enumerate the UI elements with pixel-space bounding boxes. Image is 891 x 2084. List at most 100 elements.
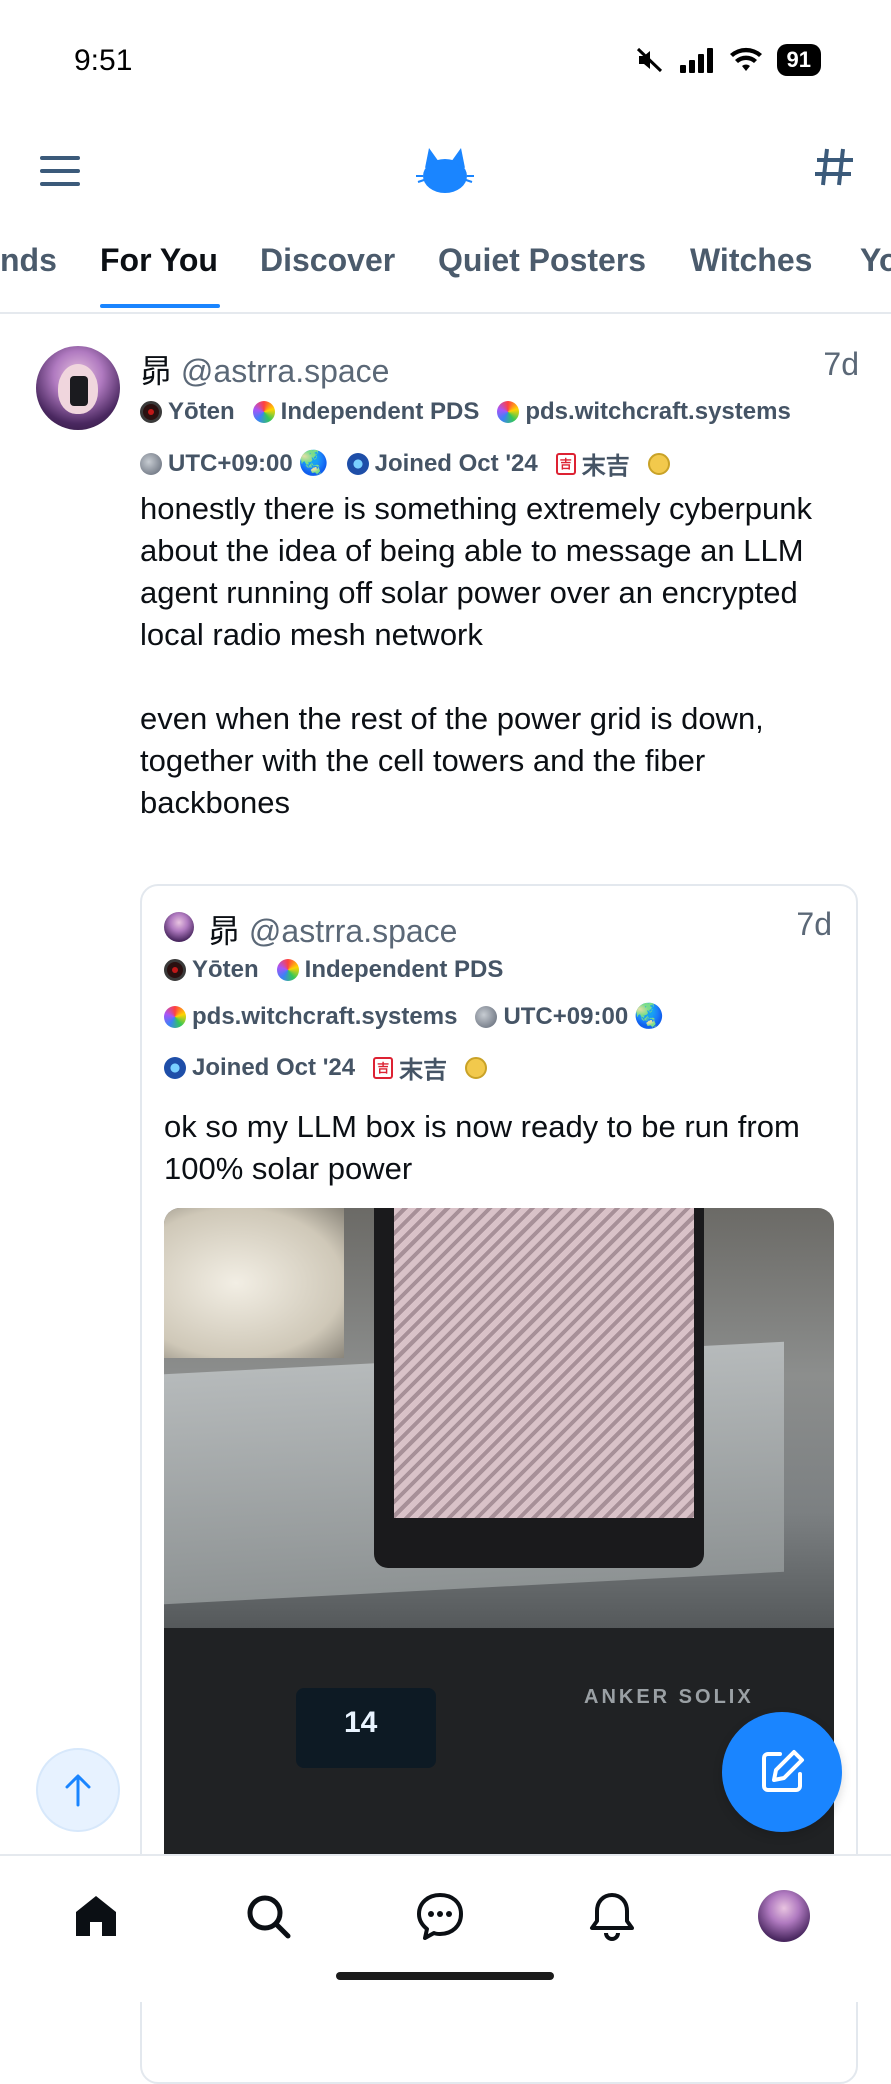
badge-joined[interactable]: Joined Oct '24	[346, 449, 538, 478]
earth-emoji-icon: 🌏	[634, 1003, 665, 1030]
badge-pds-host[interactable]: pds.witchcraft.systems	[164, 1003, 457, 1031]
yoten-icon	[164, 959, 186, 981]
tab-for-you[interactable]: For You	[100, 242, 218, 279]
badge-label: 末吉	[581, 453, 630, 480]
badge-joined[interactable]: Joined Oct '24	[164, 1054, 355, 1082]
quote-avatar[interactable]	[164, 912, 194, 942]
hash-icon	[815, 148, 853, 186]
omikuji-icon: 吉	[373, 1056, 394, 1079]
menu-button[interactable]	[36, 150, 84, 192]
quote-author[interactable]: 昴 @astrra.space	[208, 906, 457, 952]
quote-badges-row-3: Joined Oct '24 吉末吉	[164, 1050, 488, 1085]
badge-label: Joined Oct '24	[374, 449, 538, 477]
pds-icon	[276, 959, 299, 981]
badge-verified[interactable]	[647, 452, 670, 475]
nav-search[interactable]	[238, 1886, 298, 1946]
quote-display-name: 昴	[208, 913, 241, 949]
chat-bubble-icon	[417, 1893, 463, 1940]
pds-icon	[164, 1005, 186, 1028]
quote-badges-row-2: pds.witchcraft.systems UTC+09:00 🌏	[164, 1002, 664, 1031]
scroll-to-top-button[interactable]	[36, 1748, 120, 1832]
badge-yoten[interactable]: Yōten	[164, 956, 259, 984]
badge-pds-host[interactable]: pds.witchcraft.systems	[497, 398, 791, 426]
badge-label: 末吉	[399, 1057, 448, 1084]
app-logo[interactable]	[414, 138, 476, 200]
home-icon	[76, 1896, 116, 1936]
tab-friends[interactable]: nds	[0, 242, 57, 279]
badge-utc[interactable]: UTC+09:00 🌏	[475, 1002, 664, 1031]
tab-discover[interactable]: Discover	[260, 242, 395, 279]
status-time: 9:51	[74, 44, 133, 77]
badge-label: pds.witchcraft.systems	[192, 1002, 458, 1030]
badge-yoten[interactable]: Yōten	[140, 398, 235, 426]
badge-label: UTC+09:00	[168, 449, 293, 477]
joined-icon	[164, 1056, 186, 1079]
avatar[interactable]	[36, 346, 120, 430]
badge-label: UTC+09:00	[503, 1002, 629, 1030]
app-bar	[0, 128, 891, 214]
mute-icon	[636, 47, 662, 73]
joined-icon	[346, 452, 369, 475]
globe-icon	[475, 1005, 498, 1028]
battery-indicator: 91	[776, 44, 821, 76]
signal-icon	[679, 48, 713, 73]
image-cloth	[164, 1208, 344, 1358]
badge-label: Joined Oct '24	[192, 1053, 356, 1081]
badge-fortune[interactable]: 吉末吉	[555, 446, 630, 481]
hamburger-icon	[40, 156, 80, 186]
avatar-phone	[70, 376, 88, 406]
quote-timestamp[interactable]: 7d	[796, 906, 832, 943]
badge-label: Independent PDS	[304, 956, 504, 983]
badge-label: pds.witchcraft.systems	[525, 398, 791, 425]
post-author[interactable]: 昴 @astrra.space	[140, 346, 389, 392]
tab-quiet-posters[interactable]: Quiet Posters	[438, 242, 646, 279]
badge-fortune[interactable]: 吉末吉	[373, 1050, 447, 1085]
nav-notifications[interactable]	[582, 1886, 642, 1946]
pds-icon	[497, 401, 520, 423]
tab-witches[interactable]: Witches	[690, 242, 812, 279]
earth-emoji-icon: 🌏	[298, 450, 329, 477]
display-name: 昴	[140, 353, 173, 389]
wifi-icon	[729, 47, 762, 71]
tab-partial-next[interactable]: Yo	[860, 242, 891, 279]
profile-badges-row-2: UTC+09:00 🌏 Joined Oct '24 吉末吉	[140, 446, 670, 481]
quote-handle: @astrra.space	[248, 913, 458, 949]
badge-independent-pds[interactable]: Independent PDS	[276, 956, 504, 984]
image-brand-text: ANKER SOLIX	[584, 1686, 754, 1708]
status-icons: 91	[635, 44, 821, 76]
post-paragraph-1: honestly there is something extremely cy…	[140, 491, 812, 652]
quote-text: ok so my LLM box is now ready to be run …	[164, 1109, 800, 1186]
badge-label: Independent PDS	[280, 398, 480, 425]
post-timestamp[interactable]: 7d	[823, 346, 859, 383]
status-bar: 9:51 91	[0, 0, 891, 120]
compose-button[interactable]	[722, 1712, 842, 1832]
image-screen: 14	[296, 1688, 436, 1768]
compose-icon	[762, 1750, 804, 1792]
globe-icon	[140, 452, 162, 475]
search-icon	[247, 1895, 291, 1939]
omikuji-icon: 吉	[555, 452, 576, 475]
gold-badge-icon	[647, 452, 670, 475]
cat-logo-icon	[416, 148, 474, 193]
badge-independent-pds[interactable]: Independent PDS	[252, 398, 480, 426]
badge-utc[interactable]: UTC+09:00 🌏	[140, 449, 329, 478]
profile-badges-row-1: Yōten Independent PDS pds.witchcraft.sys…	[140, 398, 791, 426]
badge-verified[interactable]	[465, 1056, 488, 1079]
yoten-icon	[140, 401, 162, 423]
home-indicator	[336, 1972, 554, 1980]
nav-home[interactable]	[66, 1886, 126, 1946]
bell-icon	[590, 1893, 634, 1941]
arrow-up-icon	[65, 1774, 91, 1807]
profile-avatar	[758, 1890, 810, 1942]
badge-label: Yōten	[192, 956, 259, 983]
feeds-hash-button[interactable]	[813, 146, 855, 197]
badge-label: Yōten	[168, 398, 235, 425]
gold-badge-icon	[465, 1056, 488, 1079]
active-tab-underline	[100, 304, 220, 308]
screen-reading: 14	[344, 1706, 378, 1739]
quote-badges-row-1: Yōten Independent PDS	[164, 956, 503, 984]
nav-chat[interactable]	[410, 1886, 470, 1946]
pds-icon	[252, 401, 275, 423]
feed-tabs: nds For You Discover Quiet Posters Witch…	[0, 228, 891, 314]
nav-profile[interactable]	[754, 1886, 814, 1946]
